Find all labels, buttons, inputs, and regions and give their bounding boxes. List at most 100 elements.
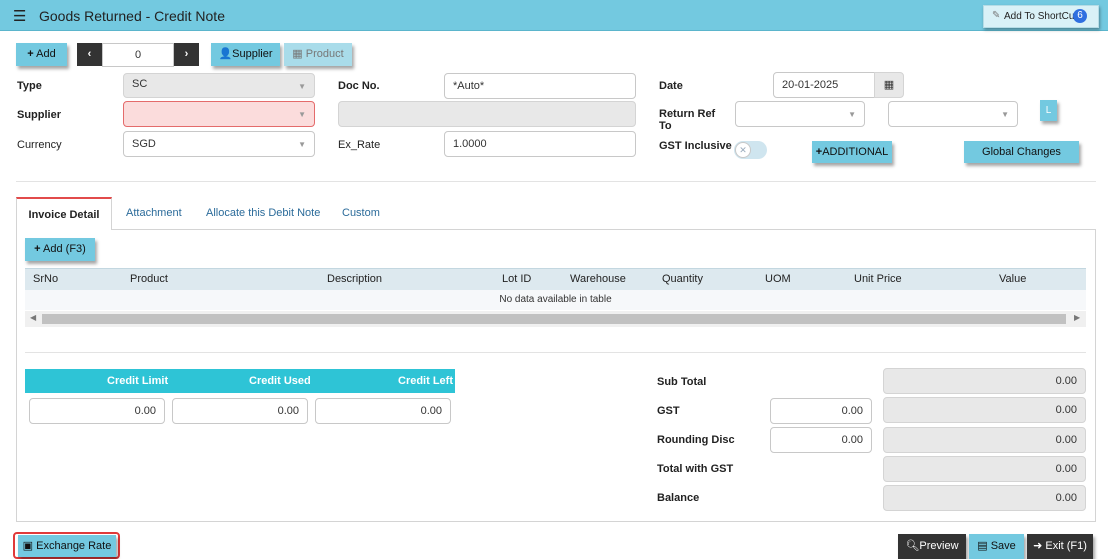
sub-total-label: Sub Total: [657, 376, 707, 388]
grid-header: SrNo Product Description Lot ID Warehous…: [25, 268, 1086, 290]
preview-button-label: Preview: [919, 540, 959, 552]
column-header[interactable]: Warehouse: [570, 273, 626, 285]
add-button[interactable]: + Add: [16, 43, 67, 66]
column-header[interactable]: Description: [327, 273, 382, 285]
credit-left-field: 0.00: [315, 398, 451, 424]
exit-button[interactable]: ➜ Exit (F1): [1027, 534, 1093, 559]
type-label: Type: [17, 80, 42, 92]
product-button[interactable]: ▦ Product: [284, 43, 352, 66]
gst-inclusive-label: GST Inclusive: [659, 140, 732, 152]
record-number-input[interactable]: 0: [102, 43, 174, 67]
tab-invoice-detail[interactable]: Invoice Detail: [16, 197, 112, 230]
return-ref-select-2[interactable]: ▼: [888, 101, 1018, 127]
tab-custom[interactable]: Custom: [342, 197, 380, 230]
currency-label: Currency: [17, 139, 62, 151]
add-line-button[interactable]: + Add (F3): [25, 238, 95, 261]
column-header[interactable]: Quantity: [662, 273, 703, 285]
scroll-right-icon[interactable]: ▶: [1074, 313, 1080, 322]
exchange-rate-button-label: Exchange Rate: [36, 540, 112, 552]
docno-input[interactable]: *Auto*: [444, 73, 636, 99]
date-input[interactable]: 20-01-2025: [773, 72, 875, 98]
calendar-icon[interactable]: ▦: [874, 72, 904, 98]
return-ref-label: Return Ref To: [659, 108, 715, 132]
sign-out-icon: ➜: [1033, 540, 1043, 552]
gst-input[interactable]: 0.00: [770, 398, 872, 424]
scrollbar-thumb[interactable]: [42, 314, 1066, 324]
rounding-disc-input[interactable]: 0.00: [770, 427, 872, 453]
save-button-label: Save: [990, 540, 1016, 552]
detail-tabs: Invoice Detail Attachment Allocate this …: [16, 197, 1096, 230]
sub-total-field: 0.00: [883, 368, 1086, 394]
add-line-button-label: Add (F3): [43, 243, 86, 255]
tab-attachment[interactable]: Attachment: [126, 197, 182, 230]
grid-divider: [25, 352, 1086, 353]
chevron-down-icon: ▼: [1001, 110, 1009, 119]
plus-icon: +: [27, 48, 34, 60]
column-header[interactable]: Product: [130, 273, 168, 285]
shortcut-count-badge: 6: [1073, 9, 1087, 23]
money-icon: ▣: [22, 540, 34, 552]
supplier-button-label: Supplier: [232, 48, 273, 60]
floppy-disk-icon: ▤: [977, 540, 988, 552]
preview-button[interactable]: 🔍︎Preview: [898, 534, 966, 559]
credit-used-header: Credit Used: [249, 375, 311, 387]
credit-left-header: Credit Left: [398, 375, 453, 387]
user-icon: 👤: [218, 48, 233, 60]
chevron-right-icon: ›: [184, 48, 189, 60]
product-button-label: Product: [305, 48, 344, 60]
docno-label: Doc No.: [338, 80, 380, 92]
add-to-shortcut-button[interactable]: ✎ Add To ShortCut 6: [983, 5, 1099, 28]
total-with-gst-field: 0.00: [883, 456, 1086, 482]
currency-select[interactable]: SGD ▼: [123, 131, 315, 157]
hamburger-menu-icon[interactable]: ☰: [13, 7, 26, 25]
chevron-down-icon: ▼: [298, 82, 306, 91]
chevron-left-icon: ‹: [87, 48, 92, 60]
next-record-button[interactable]: ›: [174, 43, 199, 66]
section-divider: [16, 181, 1096, 182]
column-header[interactable]: UOM: [765, 273, 791, 285]
credit-header: Credit Limit Credit Used Credit Left: [25, 369, 455, 393]
save-button[interactable]: ▤ Save: [969, 534, 1024, 559]
active-tab-gap: [17, 229, 111, 230]
rounding-disc-field: 0.00: [883, 427, 1086, 453]
close-icon: ✕: [735, 142, 751, 158]
supplier-button[interactable]: 👤Supplier: [211, 43, 280, 66]
currency-value: SGD: [132, 138, 156, 150]
exrate-input[interactable]: 1.0000: [444, 131, 636, 157]
tab-allocate-debit-note[interactable]: Allocate this Debit Note: [206, 197, 320, 230]
pin-icon: ✎: [992, 10, 1001, 21]
credit-used-field: 0.00: [172, 398, 308, 424]
add-button-label: Add: [36, 48, 56, 60]
grid-horizontal-scrollbar[interactable]: ◀ ▶: [25, 311, 1086, 327]
column-header[interactable]: SrNo: [33, 273, 58, 285]
chevron-down-icon: ▼: [298, 140, 306, 149]
return-ref-select[interactable]: ▼: [735, 101, 865, 127]
credit-limit-field: 0.00: [29, 398, 165, 424]
column-header[interactable]: Lot ID: [502, 273, 531, 285]
prev-record-button[interactable]: ‹: [77, 43, 102, 66]
search-icon: 🔍︎: [905, 540, 920, 552]
balance-label: Balance: [657, 492, 700, 504]
gst-inclusive-toggle[interactable]: ✕: [734, 141, 767, 159]
scroll-left-icon[interactable]: ◀: [30, 313, 36, 322]
column-header[interactable]: Unit Price: [854, 273, 902, 285]
type-select[interactable]: SC ▼: [123, 73, 315, 98]
return-ref-label-line2: To: [659, 120, 672, 132]
exchange-rate-button[interactable]: ▣ Exchange Rate: [18, 535, 116, 557]
rounding-disc-label: Rounding Disc: [657, 434, 735, 446]
page-header: ☰ Goods Returned - Credit Note ✎ Add To …: [0, 0, 1108, 31]
supplier-select[interactable]: ▼: [123, 101, 315, 127]
balance-field: 0.00: [883, 485, 1086, 511]
page-title: Goods Returned - Credit Note: [39, 8, 225, 24]
additional-button-label: ADDITIONAL: [822, 146, 889, 158]
exit-button-label: Exit (F1): [1045, 540, 1087, 552]
global-changes-button[interactable]: Global Changes: [964, 141, 1079, 163]
total-with-gst-label: Total with GST: [657, 463, 734, 475]
additional-button[interactable]: +ADDITIONAL: [812, 141, 892, 163]
column-header[interactable]: Value: [999, 273, 1026, 285]
gst-field: 0.00: [883, 397, 1086, 423]
date-label: Date: [659, 80, 683, 92]
l-button[interactable]: L: [1040, 100, 1057, 121]
grid-empty-message: No data available in table: [25, 290, 1086, 310]
supplier-name-field: [338, 101, 636, 127]
